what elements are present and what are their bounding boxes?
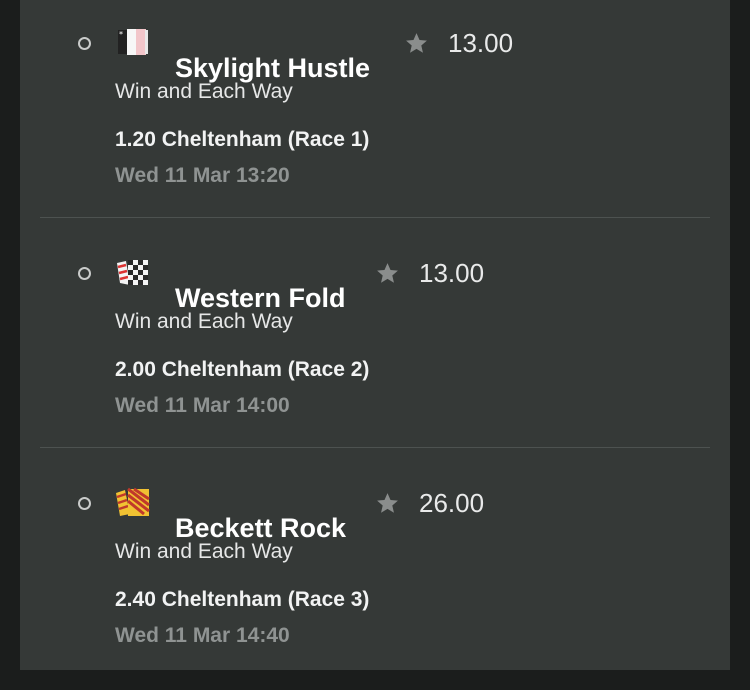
selection-item[interactable]: Beckett Rock 26.00 Win and Each Way 2.40… xyxy=(40,460,710,690)
svg-text:*: * xyxy=(119,30,123,39)
odds-group: 13.00 xyxy=(355,255,484,291)
radio-icon[interactable] xyxy=(78,37,91,50)
odds-value[interactable]: 13.00 xyxy=(448,25,513,61)
odds-value[interactable]: 26.00 xyxy=(419,485,484,521)
star-icon[interactable] xyxy=(404,31,429,56)
race-name: 2.00 Cheltenham (Race 2) xyxy=(115,358,370,381)
market-type: Win and Each Way xyxy=(115,310,293,333)
selection-item[interactable]: Western Fold 13.00 Win and Each Way 2.00… xyxy=(40,230,710,460)
divider xyxy=(40,217,710,218)
silk-white-pink-icon: * xyxy=(118,29,148,55)
radio-icon[interactable] xyxy=(78,267,91,280)
star-icon[interactable] xyxy=(375,491,400,516)
race-datetime: Wed 11 Mar 14:00 xyxy=(115,394,290,417)
divider xyxy=(40,447,710,448)
race-datetime: Wed 11 Mar 14:40 xyxy=(115,624,290,647)
silk-striped-icon xyxy=(116,487,150,516)
bet-selections-panel: * Skylight Hustle 13.00 Win and Each Way… xyxy=(20,0,730,670)
race-datetime: Wed 11 Mar 13:20 xyxy=(115,164,290,187)
silk-checked-icon xyxy=(117,260,148,285)
star-icon[interactable] xyxy=(375,261,400,286)
odds-group: 13.00 xyxy=(384,25,513,61)
selection-item[interactable]: * Skylight Hustle 13.00 Win and Each Way… xyxy=(40,0,710,230)
race-name: 2.40 Cheltenham (Race 3) xyxy=(115,588,370,611)
market-type: Win and Each Way xyxy=(115,540,293,563)
odds-group: 26.00 xyxy=(355,485,484,521)
odds-value[interactable]: 13.00 xyxy=(419,255,484,291)
race-name: 1.20 Cheltenham (Race 1) xyxy=(115,128,370,151)
market-type: Win and Each Way xyxy=(115,80,293,103)
radio-icon[interactable] xyxy=(78,497,91,510)
